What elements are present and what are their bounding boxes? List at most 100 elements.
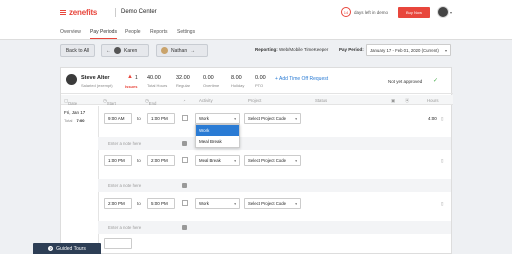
stat-value: 0.00 xyxy=(203,75,214,81)
day-total-label: Total xyxy=(64,118,73,123)
project-select[interactable]: Select Project Code ▾ xyxy=(244,155,301,166)
activity-select[interactable]: Meal Break ▾ xyxy=(195,155,240,166)
activity-value: Meal Break xyxy=(199,158,221,163)
prev-person-name: Karen xyxy=(124,47,138,54)
pay-period-label: Pay Period: xyxy=(339,47,364,52)
reporting-label: Reporting: xyxy=(255,47,278,52)
end-time-input[interactable]: 2:00 PM xyxy=(147,155,175,166)
issues-label: Issues xyxy=(125,84,138,89)
stat-label: PTO xyxy=(255,83,264,88)
tab-settings[interactable]: Settings xyxy=(177,29,195,38)
start-time-input[interactable]: 9:00 AM xyxy=(104,113,132,124)
warning-icon: ▲ xyxy=(127,74,133,80)
stat-value: 32.00 xyxy=(176,75,190,81)
clock-icon: ◔ xyxy=(183,98,186,103)
col-hours: Hours xyxy=(427,98,439,103)
chevron-down-icon: ▾ xyxy=(295,117,297,121)
activity-select[interactable]: Work ▾ xyxy=(195,198,240,209)
stat-value: 40.00 xyxy=(147,75,161,81)
check-icon[interactable]: ✓ xyxy=(433,77,438,84)
activity-select[interactable]: Work ▾ xyxy=(195,113,240,124)
reporting-info: Reporting: Web/Mobile TimeKeeper xyxy=(255,47,328,52)
end-time-input[interactable]: 5:00 PM xyxy=(147,198,175,209)
next-person-name: Nathan xyxy=(171,47,188,54)
col-project: Project xyxy=(248,98,262,103)
back-to-all-button[interactable]: Back to All xyxy=(60,44,95,57)
stat-regular: 32.00 Regular xyxy=(176,75,190,88)
tab-reports[interactable]: Reports xyxy=(150,29,168,38)
project-value: Select Project Code xyxy=(248,158,286,163)
main-nav: Overview Pay Periods People Reports Sett… xyxy=(0,26,512,40)
stat-label: Holiday xyxy=(231,83,245,88)
trash-icon[interactable]: ▯ xyxy=(441,116,443,122)
note-input[interactable]: Enter a note here xyxy=(108,183,141,188)
day-date: Fri, Jan 17 xyxy=(64,110,86,115)
arrow-right-icon: → xyxy=(190,47,196,54)
divider xyxy=(115,8,116,17)
entry-hours: 4:00 xyxy=(428,116,437,121)
chevron-down-icon[interactable]: ▾ xyxy=(450,10,452,15)
tab-people[interactable]: People xyxy=(125,29,141,38)
note-icon[interactable] xyxy=(182,183,187,188)
activity-value: Work xyxy=(199,116,209,121)
tab-pay-periods[interactable]: Pay Periods xyxy=(90,29,117,39)
company-name: Demo Center xyxy=(121,9,157,15)
pay-period-select[interactable]: January 17 - Feb 01, 2020 (Current) ▾ xyxy=(366,44,451,56)
stat-label: Regular xyxy=(176,83,191,88)
new-entry-input[interactable] xyxy=(104,238,132,249)
avatar xyxy=(66,74,77,85)
employee-name: Steve Alter xyxy=(81,75,110,81)
start-time-input[interactable]: 2:00 PM xyxy=(104,198,132,209)
note-row: Enter a note here xyxy=(98,137,451,150)
question-icon: ? xyxy=(48,246,54,251)
employee-summary: Steve Alter Salaried (exempt) ▲ 1 Issues… xyxy=(61,68,453,94)
logo[interactable]: zenefits xyxy=(60,8,97,17)
project-select[interactable]: Select Project Code ▾ xyxy=(244,113,301,124)
col-start-label: Start xyxy=(106,101,116,106)
location-icon: ⦿ xyxy=(405,98,410,103)
trial-days-text: days left in demo xyxy=(354,10,389,15)
dropdown-option-meal-break[interactable]: Meal Break xyxy=(196,136,239,147)
user-avatar[interactable] xyxy=(437,6,449,18)
chevron-down-icon: ▾ xyxy=(234,159,236,163)
note-icon[interactable] xyxy=(182,141,187,146)
next-person-button[interactable]: Nathan → xyxy=(156,44,208,57)
day-total: Total 7:00 xyxy=(64,118,84,123)
note-icon[interactable] xyxy=(182,225,187,230)
stat-label: Overtime xyxy=(203,83,220,88)
note-input[interactable]: Enter a note here xyxy=(108,141,141,146)
col-end-label: End xyxy=(148,101,157,106)
day-total-value: 7:00 xyxy=(76,118,85,123)
activity-value: Work xyxy=(199,201,209,206)
end-time-input[interactable]: 1:00 PM xyxy=(147,113,175,124)
top-bar: zenefits Demo Center 14 days left in dem… xyxy=(0,0,512,26)
stat-pto: 0.00 PTO xyxy=(255,75,266,88)
camera-icon: ▣ xyxy=(391,98,396,103)
pay-period-value: January 17 - Feb 01, 2020 (Current) xyxy=(370,47,439,53)
buy-now-button[interactable]: Buy Now xyxy=(398,7,430,18)
project-select[interactable]: Select Project Code ▾ xyxy=(244,198,301,209)
logo-icon xyxy=(60,10,66,15)
prev-person-button[interactable]: ← Karen xyxy=(101,44,149,57)
reporting-value: Web/Mobile TimeKeeper xyxy=(279,47,329,52)
guided-tours-button[interactable]: ? Guided Tours xyxy=(33,243,101,254)
dropdown-option-work[interactable]: Work xyxy=(196,125,239,136)
logo-text: zenefits xyxy=(69,8,98,17)
start-time-input[interactable]: 1:00 PM xyxy=(104,155,132,166)
col-end: ◷ End xyxy=(145,98,157,106)
add-time-off-link[interactable]: + Add Time Off Request xyxy=(275,76,328,82)
chevron-down-icon: ▾ xyxy=(295,159,297,163)
day-column: Fri, Jan 17 Total 7:00 xyxy=(61,106,99,254)
issues-count: 1 xyxy=(135,75,138,81)
entry-checkbox[interactable] xyxy=(182,200,188,206)
tab-overview[interactable]: Overview xyxy=(60,29,81,38)
col-status: Status xyxy=(315,98,328,103)
chevron-down-icon: ▾ xyxy=(234,117,236,121)
project-value: Select Project Code xyxy=(248,201,286,206)
entry-checkbox[interactable] xyxy=(182,157,188,163)
note-input[interactable]: Enter a note here xyxy=(108,225,141,230)
trash-icon[interactable]: ▯ xyxy=(441,201,443,207)
entry-checkbox[interactable] xyxy=(182,115,188,121)
trash-icon[interactable]: ▯ xyxy=(441,158,443,164)
stat-value: 8.00 xyxy=(231,75,242,81)
